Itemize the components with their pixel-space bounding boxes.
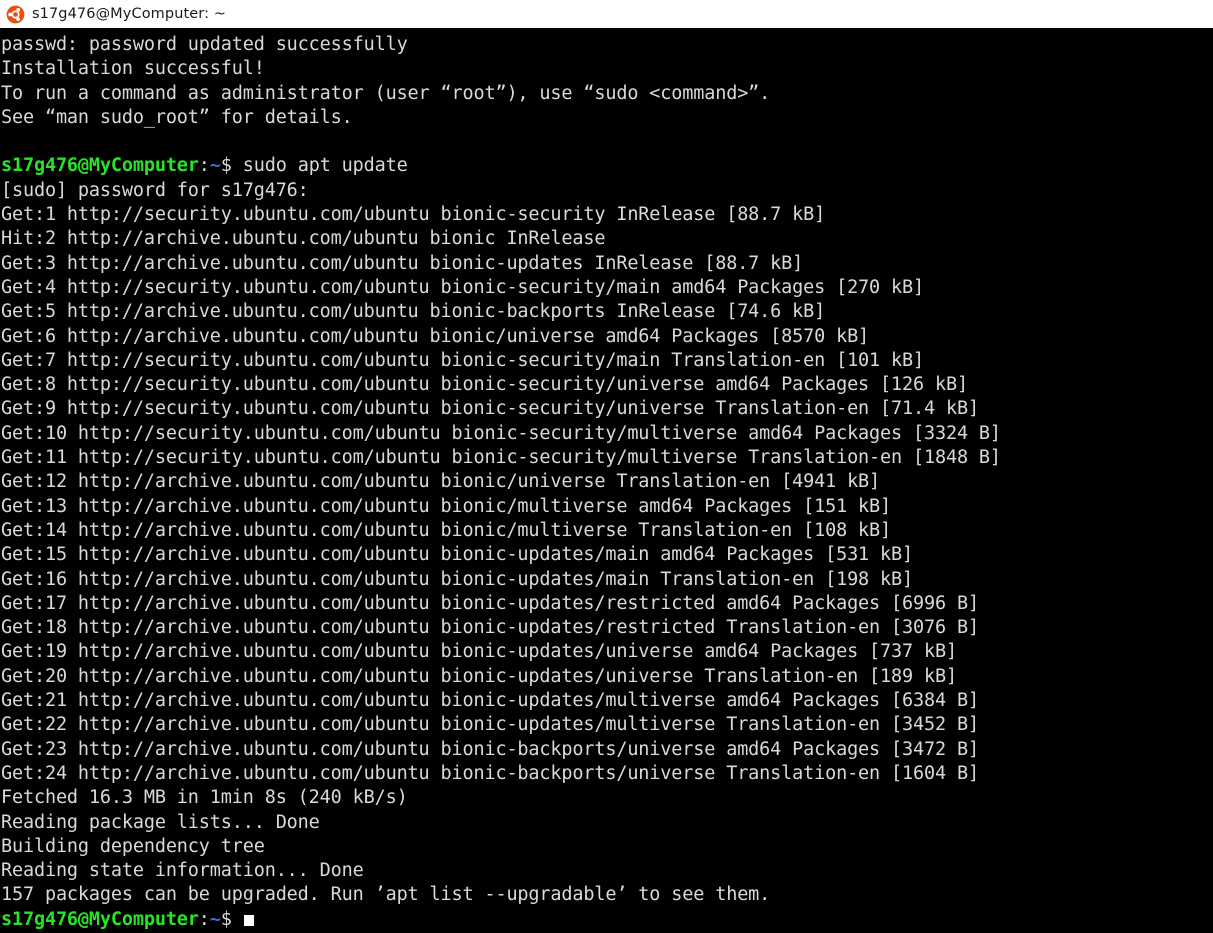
- window-titlebar[interactable]: s17g476@MyComputer: ~: [0, 0, 1213, 28]
- terminal-line: s17g476@MyComputer:~$: [1, 908, 1213, 932]
- terminal-line: Installation successful!: [1, 58, 265, 80]
- terminal-line: Get:15 http://archive.ubuntu.com/ubuntu …: [1, 544, 913, 566]
- terminal-line: Get:5 http://archive.ubuntu.com/ubuntu b…: [1, 301, 826, 323]
- terminal-line: Get:8 http://security.ubuntu.com/ubuntu …: [1, 374, 968, 396]
- terminal-line: passwd: password updated successfully: [1, 34, 408, 55]
- terminal-line: Get:16 http://archive.ubuntu.com/ubuntu …: [1, 568, 913, 590]
- prompt-path: ~: [209, 908, 221, 930]
- terminal-line: Get:13 http://archive.ubuntu.com/ubuntu …: [1, 495, 892, 517]
- terminal-line: Get:6 http://archive.ubuntu.com/ubuntu b…: [1, 325, 870, 347]
- terminal-line: See “man sudo_root” for details.: [1, 106, 353, 128]
- terminal-line: Get:23 http://archive.ubuntu.com/ubuntu …: [1, 738, 979, 760]
- terminal-line: Get:20 http://archive.ubuntu.com/ubuntu …: [1, 665, 957, 687]
- terminal-command: sudo apt update: [242, 155, 408, 177]
- prompt-separator: :: [198, 908, 210, 930]
- terminal-line: Hit:2 http://archive.ubuntu.com/ubuntu b…: [1, 228, 606, 250]
- terminal-output[interactable]: passwd: password updated successfully Ins…: [0, 28, 1213, 933]
- terminal-cursor: [243, 914, 254, 926]
- terminal-window: s17g476@MyComputer: ~ passwd: password u…: [0, 0, 1213, 933]
- terminal-line: Reading package lists... Done: [1, 811, 320, 833]
- terminal-line: Get:18 http://archive.ubuntu.com/ubuntu …: [1, 617, 979, 639]
- terminal-line: To run a command as administrator (user …: [1, 82, 771, 104]
- terminal-line: s17g476@MyComputer:~$ sudo apt update: [1, 154, 1213, 178]
- terminal-line: Get:12 http://archive.ubuntu.com/ubuntu …: [1, 471, 881, 493]
- terminal-line: 157 packages can be upgraded. Run ’apt l…: [1, 884, 771, 906]
- terminal-line: [sudo] password for s17g476:: [1, 179, 309, 201]
- terminal-line: Get:9 http://security.ubuntu.com/ubuntu …: [1, 398, 979, 420]
- prompt-symbol: $: [220, 908, 243, 930]
- ubuntu-logo-icon: [6, 5, 25, 23]
- terminal-line: Fetched 16.3 MB in 1min 8s (240 kB/s): [1, 787, 408, 809]
- terminal-line: Get:7 http://security.ubuntu.com/ubuntu …: [1, 349, 924, 371]
- prompt-path: ~: [209, 155, 221, 177]
- terminal-line: Get:3 http://archive.ubuntu.com/ubuntu b…: [1, 252, 804, 274]
- prompt-user-host: s17g476@MyComputer: [1, 908, 199, 930]
- window-title: s17g476@MyComputer: ~: [32, 5, 227, 22]
- terminal-line: Get:17 http://archive.ubuntu.com/ubuntu …: [1, 592, 979, 614]
- terminal-line: Get:22 http://archive.ubuntu.com/ubuntu …: [1, 714, 979, 736]
- prompt-user-host: s17g476@MyComputer: [1, 155, 199, 177]
- terminal-line: Get:14 http://archive.ubuntu.com/ubuntu …: [1, 519, 892, 541]
- prompt-separator: :: [198, 155, 210, 177]
- terminal-line: Get:19 http://archive.ubuntu.com/ubuntu …: [1, 641, 957, 663]
- terminal-line: Get:10 http://security.ubuntu.com/ubuntu…: [1, 422, 1001, 444]
- prompt-symbol: $: [220, 155, 243, 177]
- terminal-line: Get:21 http://archive.ubuntu.com/ubuntu …: [1, 690, 979, 712]
- terminal-line: Get:1 http://security.ubuntu.com/ubuntu …: [1, 204, 826, 226]
- terminal-line: Reading state information... Done: [1, 860, 364, 882]
- terminal-line: Get:11 http://security.ubuntu.com/ubuntu…: [1, 447, 1001, 469]
- terminal-line: Get:24 http://archive.ubuntu.com/ubuntu …: [1, 762, 979, 784]
- terminal-line: Get:4 http://security.ubuntu.com/ubuntu …: [1, 276, 924, 298]
- terminal-line: Building dependency tree: [1, 835, 265, 857]
